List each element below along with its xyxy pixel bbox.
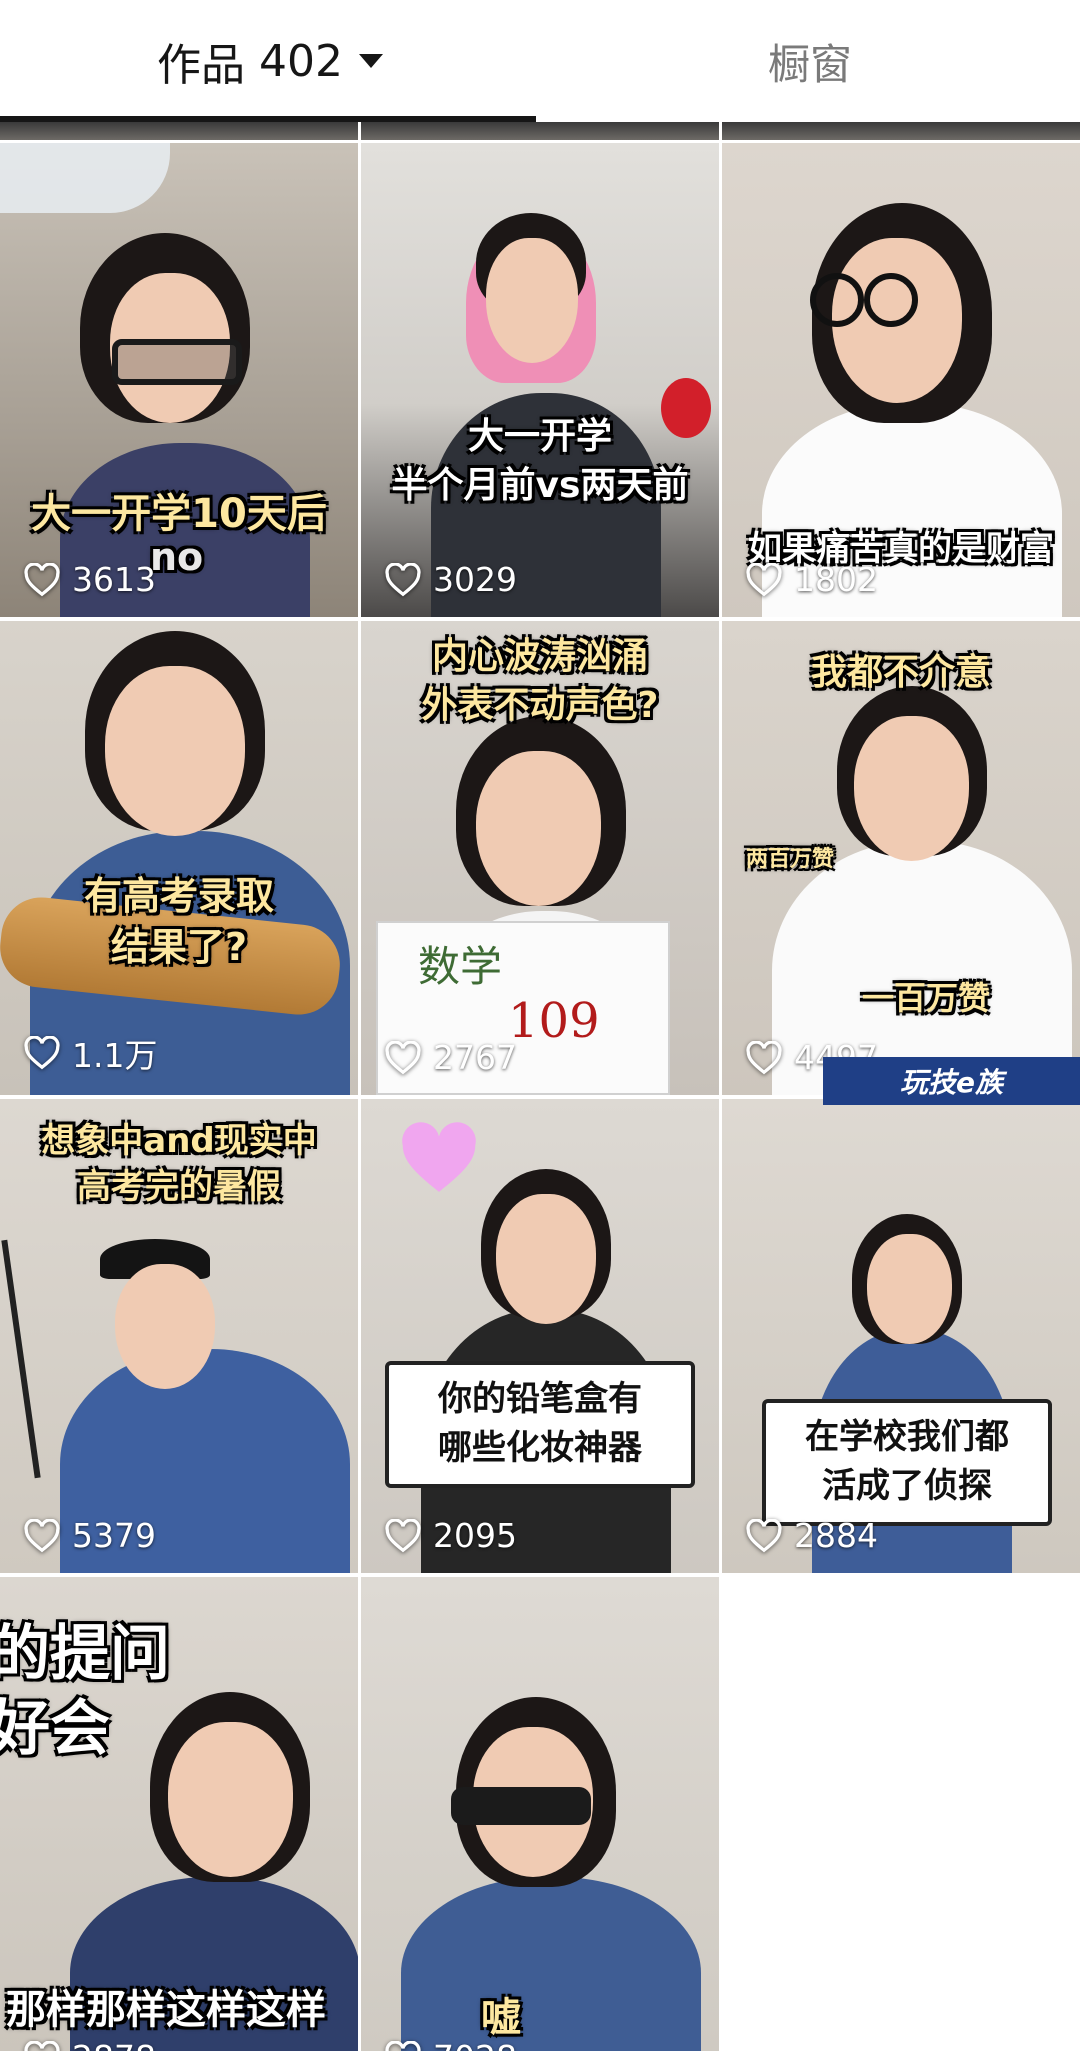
tab-window-label: 橱窗 (768, 31, 852, 92)
tab-window[interactable]: 橱窗 (540, 0, 1080, 122)
previous-row-strip (0, 122, 1080, 140)
like-count: 5379 (24, 1516, 156, 1555)
heart-icon (746, 1519, 782, 1553)
caret-down-icon[interactable] (359, 54, 383, 68)
video-thumbnail-partial[interactable] (361, 122, 719, 140)
heart-icon (385, 563, 421, 597)
video-card[interactable]: 你的铅笔盒有 哪些化妆神器 2095 (361, 1099, 719, 1573)
video-caption: 在学校我们都 活成了侦探 (762, 1399, 1052, 1526)
video-card[interactable]: 在学校我们都 活成了侦探 2884 (722, 1099, 1080, 1573)
watermark-badge: 玩技e族 (823, 1057, 1080, 1105)
like-count: 3029 (385, 560, 517, 599)
like-count-value: 1802 (794, 560, 878, 599)
like-count-value: 1.1万 (72, 1029, 157, 1077)
like-count-value: 5379 (72, 1516, 156, 1555)
like-count: 2095 (385, 1516, 517, 1555)
video-caption: 大一开学 半个月前vs两天前 (361, 413, 719, 510)
heart-icon (385, 1519, 421, 1553)
video-card[interactable]: 大一开学 半个月前vs两天前 3029 (361, 143, 719, 617)
like-count-value: 7028 (433, 2038, 517, 2051)
video-thumbnail-partial[interactable] (722, 122, 1080, 140)
video-caption: 大一开学10天后 (0, 481, 358, 539)
tab-works[interactable]: 作品 402 (0, 0, 540, 122)
heart-icon (24, 2041, 60, 2051)
video-card[interactable]: 嘘 7028 (361, 1577, 719, 2051)
video-card[interactable]: 大一开学10天后 no 3613 (0, 143, 358, 617)
heart-icon (385, 2041, 421, 2051)
like-count-value: 2878 (72, 2038, 156, 2051)
profile-tab-bar: 作品 402 橱窗 (0, 0, 1080, 122)
video-card[interactable]: 我都不介意 两百万赞 一百万赞 4497 (722, 621, 1080, 1095)
video-card[interactable]: 内心波涛汹涌 外表不动声色? 数学 109 2767 (361, 621, 719, 1095)
video-caption: 有高考录取 结果了? (0, 871, 358, 974)
video-card[interactable]: 有高考录取 结果了? 1.1万 (0, 621, 358, 1095)
video-caption: 我都不介意 (722, 643, 1080, 695)
like-count-value: 2767 (433, 1038, 517, 1077)
like-count-value: 3613 (72, 560, 156, 599)
video-caption-extra: no (150, 535, 203, 579)
video-caption: 想象中and现实中 高考完的暑假 (0, 1119, 358, 1211)
like-count: 1802 (746, 560, 878, 599)
video-card[interactable]: 的提问 好会 那样那样这样这样 2878 (0, 1577, 358, 2051)
like-count: 7028 (385, 2038, 517, 2051)
video-card[interactable]: 想象中and现实中 高考完的暑假 5379 (0, 1099, 358, 1573)
heart-icon (746, 1041, 782, 1075)
heart-icon (24, 1519, 60, 1553)
heart-icon (385, 1041, 421, 1075)
video-thumbnail-partial[interactable] (0, 122, 358, 140)
video-note-bottom: 一百万赞 (862, 973, 990, 1019)
whiteboard-score: 109 (508, 993, 600, 1049)
like-count: 2878 (24, 2038, 156, 2051)
video-caption: 你的铅笔盒有 哪些化妆神器 (385, 1361, 695, 1488)
heart-icon (24, 1036, 60, 1070)
like-count: 1.1万 (24, 1029, 157, 1077)
like-count-value: 2884 (794, 1516, 878, 1555)
video-note-left: 两百万赞 (746, 841, 834, 873)
like-count: 2884 (746, 1516, 878, 1555)
whiteboard-subject: 数学 (418, 933, 502, 994)
heart-icon (746, 563, 782, 597)
video-note-bottom: 那样那样这样这样 (6, 1977, 326, 2035)
like-count: 3613 (24, 560, 156, 599)
video-caption: 内心波涛汹涌 外表不动声色? (361, 633, 719, 730)
video-note-bottom: 嘘 (481, 1985, 521, 2043)
video-caption: 的提问 好会 (0, 1617, 170, 1767)
heart-sticker-icon (397, 1121, 481, 1197)
video-card[interactable]: 如果痛苦真的是财富 1802 (722, 143, 1080, 617)
heart-icon (24, 563, 60, 597)
tab-works-label: 作品 (157, 29, 245, 93)
like-count-value: 2095 (433, 1516, 517, 1555)
like-count: 2767 (385, 1038, 517, 1077)
tab-works-count: 402 (259, 36, 343, 87)
like-count-value: 3029 (433, 560, 517, 599)
